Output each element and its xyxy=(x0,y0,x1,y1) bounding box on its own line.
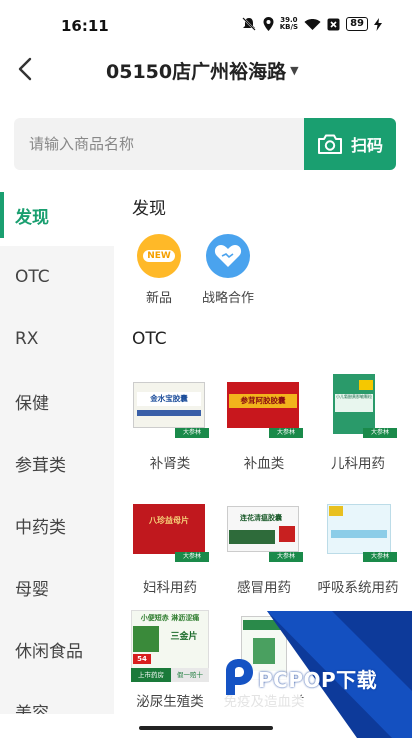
sidebar-item-discover[interactable]: 发现 xyxy=(0,184,114,246)
speed-unit: KB/S xyxy=(279,23,299,31)
product-box-image: 小便短赤 淋沥涩痛 三金片 54 上市药房 假一赔十 xyxy=(131,610,209,682)
box-text: 参茸阿胶胶囊 xyxy=(229,394,297,408)
product-category-label: 泌尿生殖类 xyxy=(136,694,204,710)
mute-bell-icon xyxy=(242,17,256,31)
search-bar: 扫码 xyxy=(14,118,396,170)
sidebar-item-label: 休闲食品 xyxy=(15,641,83,662)
product-category-endocrine[interactable]: 内分泌 xyxy=(312,616,404,710)
product-box-image: 大参林 xyxy=(319,500,397,562)
product-box-image: 小儿氨酚黄那敏颗粒 大参林 xyxy=(319,372,397,438)
product-category-pediatric[interactable]: 小儿氨酚黄那敏颗粒 大参林 儿科用药 xyxy=(312,372,404,472)
product-box-image: 八珍益母片 大参林 xyxy=(131,500,209,562)
status-icons: 39.0 KB/S 89 xyxy=(241,17,382,31)
product-box-image xyxy=(225,616,303,682)
dropdown-caret-icon: ▼ xyxy=(290,64,299,77)
product-category-label: 免疫及造血类 xyxy=(223,694,305,710)
new-badge-text: NEW xyxy=(143,250,175,262)
sidebar-item-snacks[interactable]: 休闲食品 xyxy=(0,618,114,680)
product-category-kidney[interactable]: 金水宝胶囊 大参林 补肾类 xyxy=(124,376,216,472)
discover-item-partner[interactable]: 战略合作 xyxy=(198,234,258,306)
category-content: 发现 NEW 新品 战略合作 OTC 金水宝胶囊 大参林 补肾类 参茸阿胶胶囊 … xyxy=(114,184,412,714)
sidebar-item-beauty[interactable]: 美容 xyxy=(0,680,114,715)
store-badge: 大参林 xyxy=(269,552,303,562)
back-arrow-icon xyxy=(18,57,32,81)
product-box-image: 参茸阿胶胶囊 大参林 xyxy=(225,376,303,438)
header: 05150店广州裕海路 ▼ xyxy=(0,48,412,94)
wifi-icon xyxy=(304,18,321,30)
product-category-label: 儿科用药 xyxy=(331,456,385,472)
sidebar-item-label: 发现 xyxy=(15,207,49,228)
product-category-immune[interactable]: 免疫及造血类 xyxy=(218,616,310,710)
product-category-label: 呼吸系统用药 xyxy=(317,580,399,596)
store-badge: 大参林 xyxy=(363,428,397,438)
status-time: 16:11 xyxy=(61,17,109,35)
product-category-urology[interactable]: 小便短赤 淋沥涩痛 三金片 54 上市药房 假一赔十 泌尿生殖类 xyxy=(124,610,216,710)
listed-pharmacy-tag: 上市药房 xyxy=(131,668,171,682)
discover-item-new[interactable]: NEW 新品 xyxy=(129,234,189,306)
product-category-label: 补血类 xyxy=(243,456,285,472)
box-text: 八珍益母片 xyxy=(149,516,189,525)
discover-item-label: 战略合作 xyxy=(201,291,254,306)
box-text: 三金片 xyxy=(170,632,198,642)
product-box-image xyxy=(319,616,397,682)
back-button[interactable] xyxy=(10,54,40,84)
sidebar-item-label: 参茸类 xyxy=(15,455,66,476)
sidebar-item-label: RX xyxy=(15,329,39,349)
store-badge: 大参林 xyxy=(363,552,397,562)
product-category-label: 妇科用药 xyxy=(143,580,197,596)
box-text: 连花清瘟胶囊 xyxy=(240,514,282,522)
box-text: 小儿氨酚黄那敏颗粒 xyxy=(335,394,373,412)
sidebar-item-label: 美容 xyxy=(15,703,49,715)
product-box-image: 金水宝胶囊 大参林 xyxy=(131,376,209,438)
product-category-label: 补肾类 xyxy=(149,456,191,472)
sidebar-item-health[interactable]: 保健 xyxy=(0,370,114,432)
store-badge: 大参林 xyxy=(175,428,209,438)
product-category-gynecology[interactable]: 八珍益母片 大参林 妇科用药 xyxy=(124,500,216,596)
product-box-image: 连花清瘟胶囊 大参林 xyxy=(225,500,303,562)
discover-item-label: 新品 xyxy=(145,291,172,306)
product-category-label: 感冒用药 xyxy=(237,580,291,596)
sidebar-item-otc[interactable]: OTC xyxy=(0,246,114,308)
sidebar-item-maternal[interactable]: 母婴 xyxy=(0,556,114,618)
sidebar-item-label: 保健 xyxy=(15,393,49,414)
new-badge-icon: NEW xyxy=(137,234,181,278)
product-category-cold[interactable]: 连花清瘟胶囊 大参林 感冒用药 xyxy=(218,500,310,596)
status-bar: 16:11 39.0 KB/S 89 xyxy=(0,0,412,48)
product-category-respiratory[interactable]: 大参林 呼吸系统用药 xyxy=(312,500,404,596)
otc-section-title: OTC xyxy=(132,329,167,349)
sim-x-icon xyxy=(327,18,340,30)
sidebar-item-rx[interactable]: RX xyxy=(0,308,114,370)
sidebar-item-label: OTC xyxy=(15,267,50,287)
heart-shape xyxy=(214,245,242,267)
sidebar-item-label: 母婴 xyxy=(15,579,49,600)
sidebar-item-label: 中药类 xyxy=(15,517,66,538)
gesture-nav-bar[interactable] xyxy=(139,726,273,730)
discover-section-title: 发现 xyxy=(132,199,166,219)
box-tagline: 小便短赤 淋沥涩痛 xyxy=(140,614,200,622)
network-speed: 39.0 KB/S xyxy=(280,17,298,31)
store-badge: 大参林 xyxy=(175,552,209,562)
store-badge: 大参林 xyxy=(269,428,303,438)
scan-label: 扫码 xyxy=(350,136,383,155)
charging-icon xyxy=(374,17,382,31)
box-text: 金水宝胶囊 xyxy=(137,392,201,406)
scan-button[interactable]: 扫码 xyxy=(304,118,396,170)
fake-compensation-tag: 假一赔十 xyxy=(171,668,209,682)
search-input[interactable] xyxy=(14,118,304,170)
product-category-blood[interactable]: 参茸阿胶胶囊 大参林 补血类 xyxy=(218,376,310,472)
product-category-label: 内分泌 xyxy=(337,694,379,710)
sidebar-item-tcm[interactable]: 中药类 xyxy=(0,494,114,556)
location-icon xyxy=(263,17,274,31)
sidebar-item-ginseng[interactable]: 参茸类 xyxy=(0,432,114,494)
handshake-heart-icon xyxy=(206,234,250,278)
store-selector[interactable]: 05150店广州裕海路 ▼ xyxy=(106,57,299,84)
box-count: 54 xyxy=(133,654,151,664)
store-title: 05150店广州裕海路 xyxy=(106,61,287,83)
battery-indicator: 89 xyxy=(346,17,368,31)
category-sidebar: 发现 OTC RX 保健 参茸类 中药类 母婴 休闲食品 美容 xyxy=(0,184,114,714)
camera-icon xyxy=(317,134,342,154)
